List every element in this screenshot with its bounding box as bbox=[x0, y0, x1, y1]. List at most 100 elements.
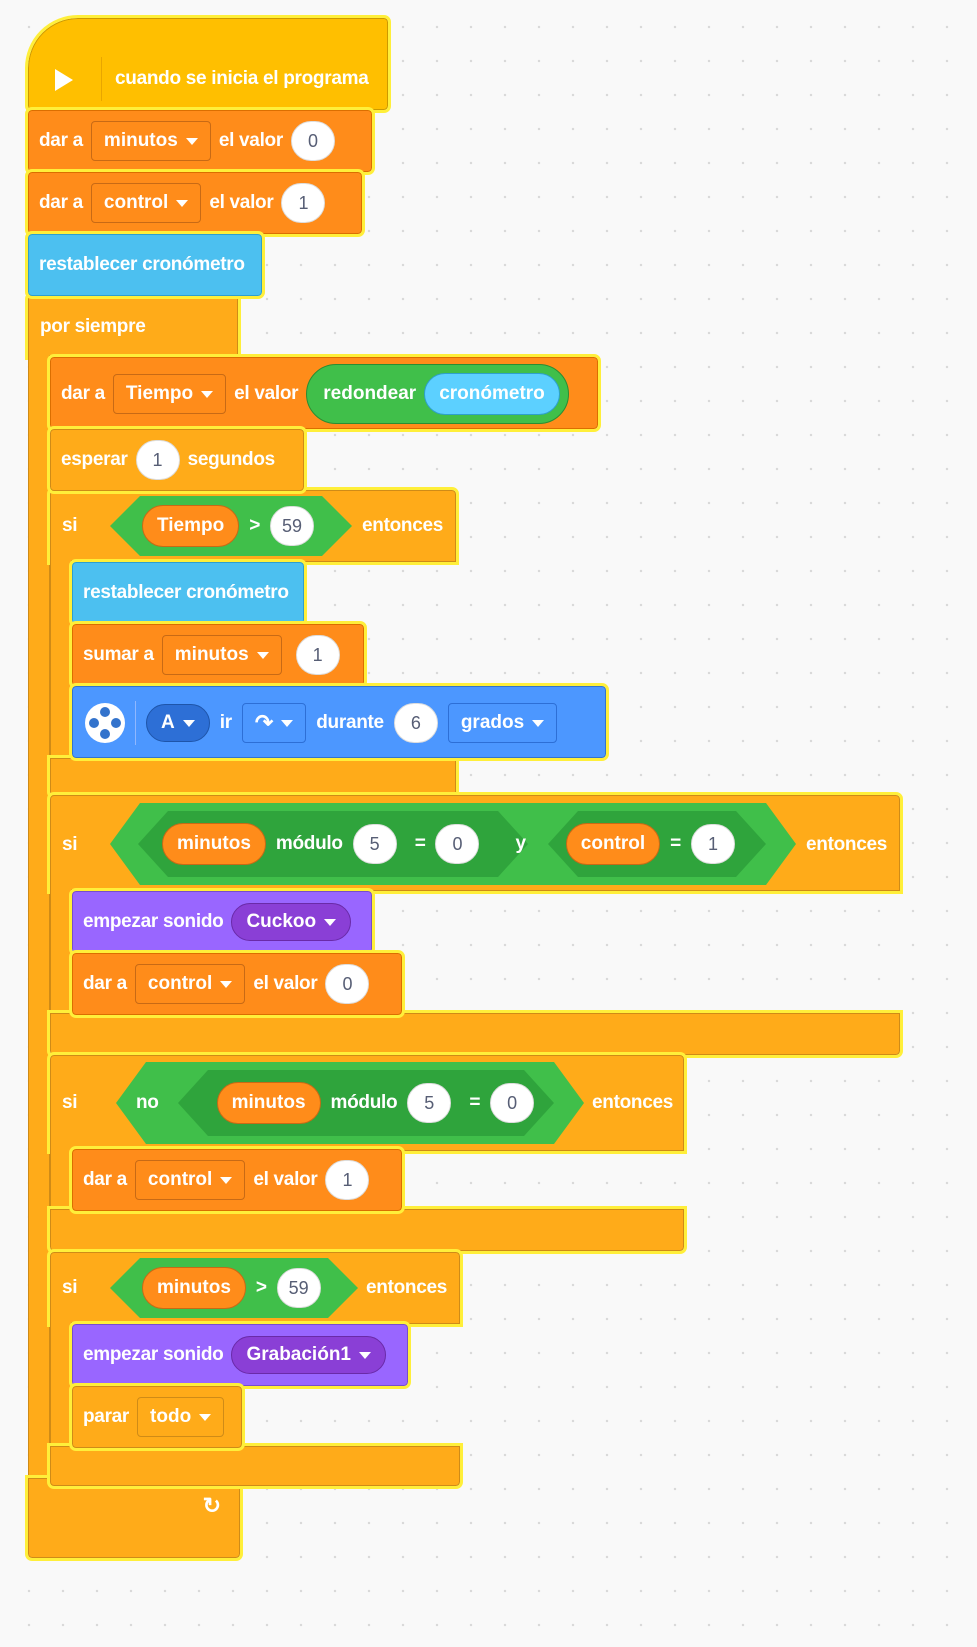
dropdown-caret-icon bbox=[220, 1176, 233, 1184]
set-mid: el valor bbox=[253, 973, 318, 994]
set-mid: el valor bbox=[209, 192, 274, 213]
minutos-reporter[interactable]: minutos bbox=[142, 1267, 246, 1309]
port-label: A bbox=[161, 712, 175, 733]
dropdown-caret-icon bbox=[359, 1351, 371, 1359]
motor-icon bbox=[85, 703, 125, 743]
minutos-reporter[interactable]: minutos bbox=[162, 823, 266, 865]
durante-label: durante bbox=[316, 712, 384, 733]
minutos-reporter[interactable]: minutos bbox=[216, 1082, 321, 1124]
if2-and-condition[interactable]: minutos módulo 5 = 0 y control = 1 bbox=[110, 803, 796, 885]
mod-label: módulo bbox=[275, 833, 343, 854]
clockwise-icon: ↷ bbox=[254, 710, 274, 735]
variable-dropdown[interactable]: minutos bbox=[161, 635, 282, 675]
dropdown-caret-icon bbox=[256, 651, 269, 659]
compare-input[interactable]: 59 bbox=[276, 1268, 321, 1308]
set-control-block[interactable]: dar a control el valor 1 bbox=[25, 169, 365, 237]
sound-prefix: empezar sonido bbox=[83, 911, 224, 932]
timer-reporter[interactable]: cronómetro bbox=[424, 373, 560, 415]
if4-condition[interactable]: minutos > 59 bbox=[110, 1258, 358, 1318]
start-hat-block[interactable]: cuando se inicia el programa bbox=[25, 15, 391, 113]
stop-prefix: parar bbox=[83, 1406, 130, 1427]
set-control-block[interactable]: dar a control el valor 1 bbox=[69, 1146, 405, 1214]
set-prefix: dar a bbox=[39, 192, 83, 213]
motor-block[interactable]: A ir ↷ durante 6 grados bbox=[69, 683, 609, 761]
eq-input[interactable]: 0 bbox=[435, 824, 480, 864]
variable-dropdown[interactable]: control bbox=[134, 964, 246, 1004]
wait-block[interactable]: esperar 1 segundos bbox=[47, 426, 307, 494]
then-label: entonces bbox=[806, 834, 888, 855]
reset-timer-block[interactable]: restablecer cronómetro bbox=[69, 559, 307, 627]
set-prefix: dar a bbox=[39, 130, 83, 151]
dropdown-caret-icon bbox=[182, 719, 195, 727]
change-prefix: sumar a bbox=[83, 644, 154, 665]
sound-dropdown[interactable]: Cuckoo bbox=[231, 903, 352, 941]
variable-name: Tiempo bbox=[125, 383, 194, 404]
then-label: entonces bbox=[362, 515, 444, 536]
stop-option-label: todo bbox=[150, 1406, 192, 1427]
stop-block[interactable]: parar todo bbox=[69, 1383, 245, 1451]
set-prefix: dar a bbox=[83, 1169, 127, 1190]
variable-name: minutos bbox=[103, 130, 178, 151]
forever-arm bbox=[28, 355, 50, 1480]
set-tiempo-block[interactable]: dar a Tiempo el valor redondear cronómet… bbox=[47, 354, 601, 432]
value-input[interactable]: 1 bbox=[325, 1160, 370, 1200]
change-minutos-block[interactable]: sumar a minutos 1 bbox=[69, 621, 367, 689]
wait-prefix: esperar bbox=[61, 449, 128, 470]
forever-label: por siempre bbox=[40, 316, 146, 337]
set-control-block[interactable]: dar a control el valor 0 bbox=[69, 950, 405, 1018]
mod-label: módulo bbox=[330, 1092, 398, 1113]
eq-input[interactable]: 1 bbox=[690, 824, 735, 864]
variable-dropdown[interactable]: Tiempo bbox=[112, 374, 227, 414]
seconds-input[interactable]: 1 bbox=[135, 440, 180, 480]
set-prefix: dar a bbox=[83, 973, 127, 994]
start-sound-block[interactable]: empezar sonido Grabación1 bbox=[69, 1321, 411, 1389]
if1-condition[interactable]: Tiempo > 59 bbox=[110, 496, 352, 556]
degrees-input[interactable]: 6 bbox=[393, 703, 438, 743]
dropdown-caret-icon bbox=[176, 199, 189, 207]
set-minutos-block[interactable]: dar a minutos el valor 0 bbox=[25, 107, 375, 175]
variable-dropdown[interactable]: control bbox=[90, 183, 202, 223]
dropdown-caret-icon bbox=[324, 918, 337, 926]
reset-timer-block[interactable]: restablecer cronómetro bbox=[25, 231, 265, 299]
set-mid: el valor bbox=[253, 1169, 318, 1190]
change-value-input[interactable]: 1 bbox=[295, 635, 340, 675]
dropdown-caret-icon bbox=[532, 719, 545, 727]
variable-dropdown[interactable]: control bbox=[134, 1160, 246, 1200]
eq-input[interactable]: 0 bbox=[490, 1083, 535, 1123]
sound-dropdown[interactable]: Grabación1 bbox=[231, 1336, 386, 1374]
if3-not-condition[interactable]: no minutos módulo 5 = 0 bbox=[116, 1062, 584, 1144]
set-mid: el valor bbox=[218, 130, 283, 151]
start-sound-block[interactable]: empezar sonido Cuckoo bbox=[69, 888, 375, 956]
direction-dropdown[interactable]: ↷ bbox=[241, 703, 307, 743]
if1-bottom bbox=[47, 755, 459, 799]
gt-operator: > bbox=[249, 515, 261, 536]
value-input[interactable]: 1 bbox=[281, 183, 326, 223]
value-input[interactable]: 0 bbox=[290, 121, 335, 161]
if1-arm bbox=[50, 560, 72, 760]
dropdown-caret-icon bbox=[220, 980, 233, 988]
mod-input[interactable]: 5 bbox=[352, 824, 397, 864]
variable-name: control bbox=[147, 1169, 213, 1190]
mod-input[interactable]: 5 bbox=[407, 1083, 452, 1123]
port-dropdown[interactable]: A bbox=[146, 704, 210, 742]
stop-option-dropdown[interactable]: todo bbox=[137, 1397, 225, 1437]
and-label: y bbox=[515, 833, 526, 854]
dropdown-caret-icon bbox=[199, 1413, 212, 1421]
value-input[interactable]: 0 bbox=[325, 964, 370, 1004]
compare-input[interactable]: 59 bbox=[270, 506, 315, 546]
unit-dropdown[interactable]: grados bbox=[447, 703, 558, 743]
loop-arrow-icon: ↻ bbox=[202, 1493, 221, 1518]
forever-bottom[interactable]: ↻ bbox=[25, 1475, 243, 1561]
eq-operator: = bbox=[670, 833, 681, 854]
dropdown-caret-icon bbox=[201, 390, 214, 398]
variable-dropdown[interactable]: minutos bbox=[90, 121, 211, 161]
control-reporter[interactable]: control bbox=[565, 823, 661, 865]
variable-name: control bbox=[147, 973, 213, 994]
hat-divider bbox=[101, 57, 102, 101]
if-label: si bbox=[62, 1277, 78, 1298]
tiempo-reporter[interactable]: Tiempo bbox=[142, 505, 240, 547]
round-reporter[interactable]: redondear cronómetro bbox=[306, 364, 569, 424]
then-label: entonces bbox=[592, 1092, 674, 1113]
if-label: si bbox=[62, 515, 78, 536]
sound-name: Cuckoo bbox=[246, 911, 317, 932]
